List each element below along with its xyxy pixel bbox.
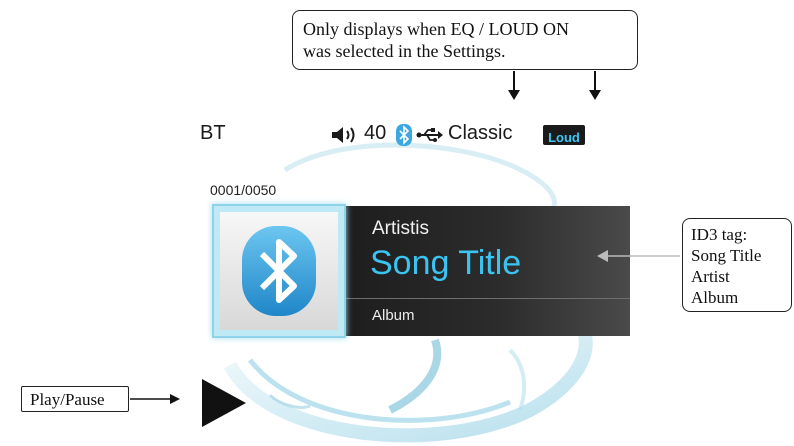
play-pause-callout: Play/Pause (21, 386, 129, 412)
volume-level: 40 (364, 122, 387, 144)
usb-icon (416, 128, 443, 142)
play-pause-arrow (130, 394, 180, 404)
eq-mode-label: Classic (448, 122, 513, 144)
source-label: BT (200, 122, 226, 144)
loud-badge-text: Loud (548, 130, 580, 145)
status-bar: BT 40 Classic Loud (190, 120, 630, 150)
callout-label: Play/Pause (30, 390, 105, 409)
eq-arrow (508, 71, 520, 100)
loud-arrow (589, 71, 601, 100)
bluetooth-icon (396, 124, 412, 146)
eq-loud-callout: Only displays when EQ / LOUD ON was sele… (292, 10, 638, 70)
song-title: Song Title (370, 244, 522, 282)
track-counter: 0001/0050 (210, 182, 277, 198)
callout-line: was selected in the Settings. (303, 41, 506, 61)
loud-badge: Loud (543, 125, 585, 145)
id3-tag-callout: ID3 tag: Song Title Artist Album (682, 218, 792, 312)
callout-line: Song Title (691, 246, 762, 265)
info-divider (340, 298, 630, 299)
artist-label: Artistis (372, 218, 429, 239)
bluetooth-icon (242, 226, 316, 316)
callout-line: Artist (691, 267, 730, 286)
album-cover-image (220, 212, 338, 330)
callout-line: Only displays when EQ / LOUD ON (303, 19, 569, 39)
play-icon[interactable] (200, 377, 250, 429)
callout-line: Album (691, 288, 739, 307)
speaker-volume-icon (332, 127, 355, 143)
callout-line: ID3 tag: (691, 225, 748, 244)
player-screen: BT 40 Classic Loud 0001/0050 Artistis So… (190, 110, 630, 446)
album-cover (212, 204, 346, 338)
album-label: Album (372, 307, 415, 324)
